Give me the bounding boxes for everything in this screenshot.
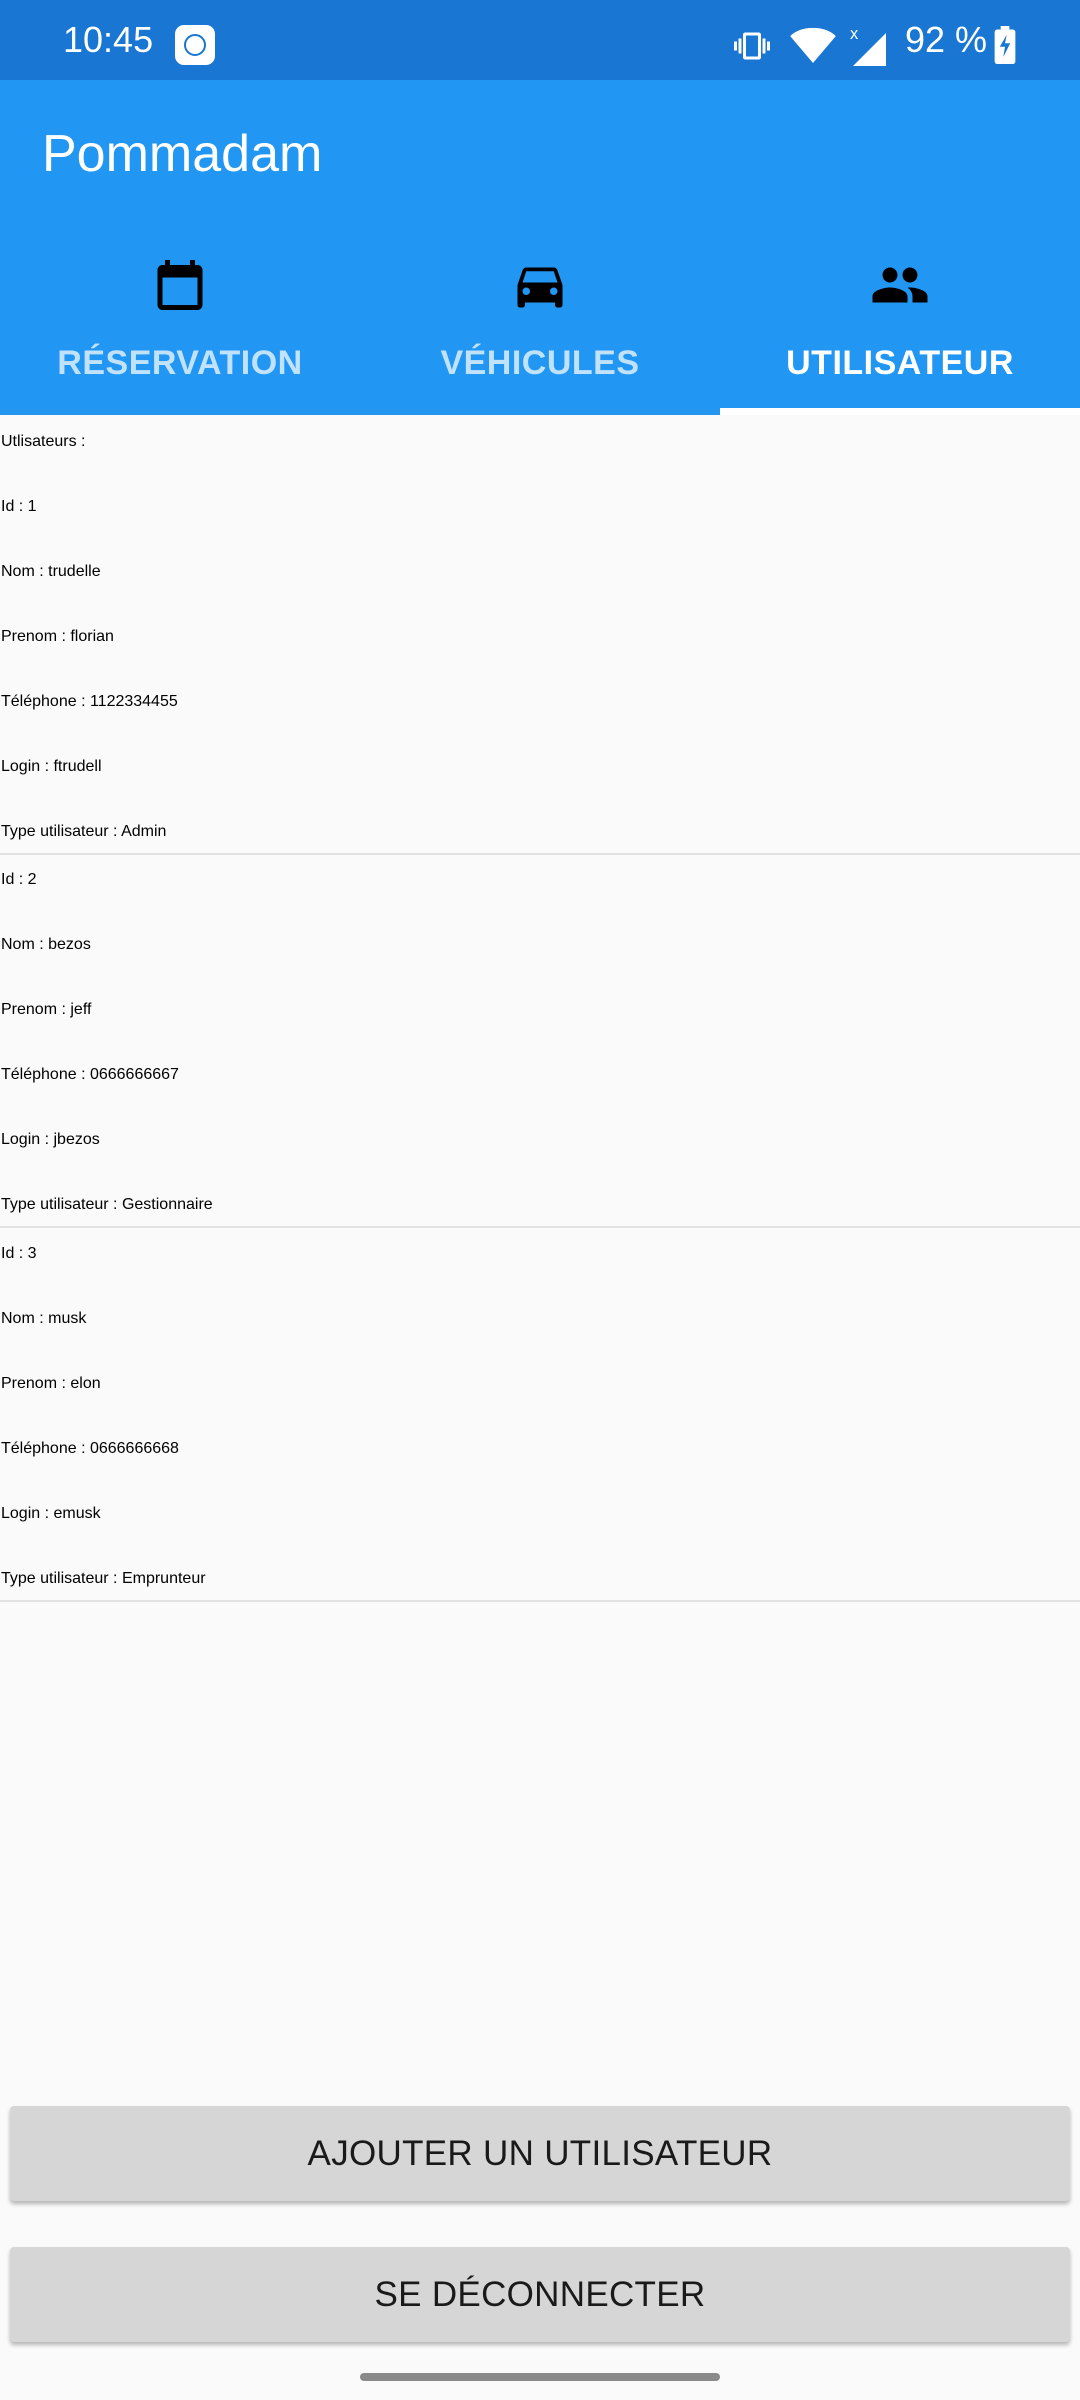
- vibrate-icon: [734, 32, 770, 60]
- tab-vehicules[interactable]: VÉHICULES: [360, 235, 720, 415]
- user-login: Login : emusk: [1, 1505, 101, 1522]
- user-telephone: Téléphone : 0666666668: [1, 1440, 179, 1457]
- user-divider: [0, 1600, 1080, 1602]
- tab-label-reservation: RÉSERVATION: [57, 344, 303, 382]
- tab-reservation[interactable]: RÉSERVATION: [0, 235, 360, 415]
- user-prenom: Prenom : elon: [1, 1375, 101, 1392]
- car-icon: [517, 267, 563, 308]
- calendar-icon: [157, 260, 203, 310]
- user-telephone: Téléphone : 0666666667: [1, 1066, 179, 1083]
- tab-label-vehicules: VÉHICULES: [440, 344, 640, 382]
- user-login: Login : ftrudell: [1, 758, 102, 775]
- app-title: Pommadam: [42, 125, 323, 183]
- user-type: Type utilisateur : Gestionnaire: [1, 1196, 213, 1213]
- tab-label-utilisateur: UTILISATEUR: [786, 344, 1014, 382]
- tab-indicator: [720, 408, 1080, 415]
- logout-button[interactable]: SE DÉCONNECTER: [10, 2247, 1070, 2342]
- user-divider: [0, 1226, 1080, 1228]
- user-id: Id : 1: [1, 498, 37, 515]
- tab-utilisateur[interactable]: UTILISATEUR: [720, 235, 1080, 415]
- user-nom: Nom : trudelle: [1, 563, 101, 580]
- status-bar: 10:45 x 92 %: [0, 0, 1080, 80]
- battery-charging-icon: [994, 26, 1016, 64]
- user-telephone: Téléphone : 1122334455: [1, 693, 178, 710]
- wifi-icon: [790, 27, 836, 64]
- svg-text:x: x: [850, 25, 859, 43]
- add-user-button[interactable]: AJOUTER UN UTILISATEUR: [10, 2106, 1070, 2201]
- user-login: Login : jbezos: [1, 1131, 100, 1148]
- user-type: Type utilisateur : Admin: [1, 823, 167, 840]
- status-time: 10:45: [63, 19, 154, 60]
- user-prenom: Prenom : jeff: [1, 1001, 92, 1018]
- user-nom: Nom : musk: [1, 1310, 87, 1327]
- user-nom: Nom : bezos: [1, 936, 91, 953]
- user-prenom: Prenom : florian: [1, 628, 114, 645]
- user-id: Id : 3: [1, 1245, 37, 1262]
- gesture-navigation-bar[interactable]: [360, 2373, 720, 2381]
- user-divider: [0, 853, 1080, 855]
- user-id: Id : 2: [1, 871, 37, 888]
- users-header: Utlisateurs :: [1, 433, 86, 450]
- people-icon: [872, 267, 928, 303]
- signal-icon: x: [850, 25, 886, 66]
- user-type: Type utilisateur : Emprunteur: [1, 1570, 206, 1587]
- battery-percentage: 92 %: [905, 19, 988, 60]
- app-notification-icon: [175, 25, 215, 65]
